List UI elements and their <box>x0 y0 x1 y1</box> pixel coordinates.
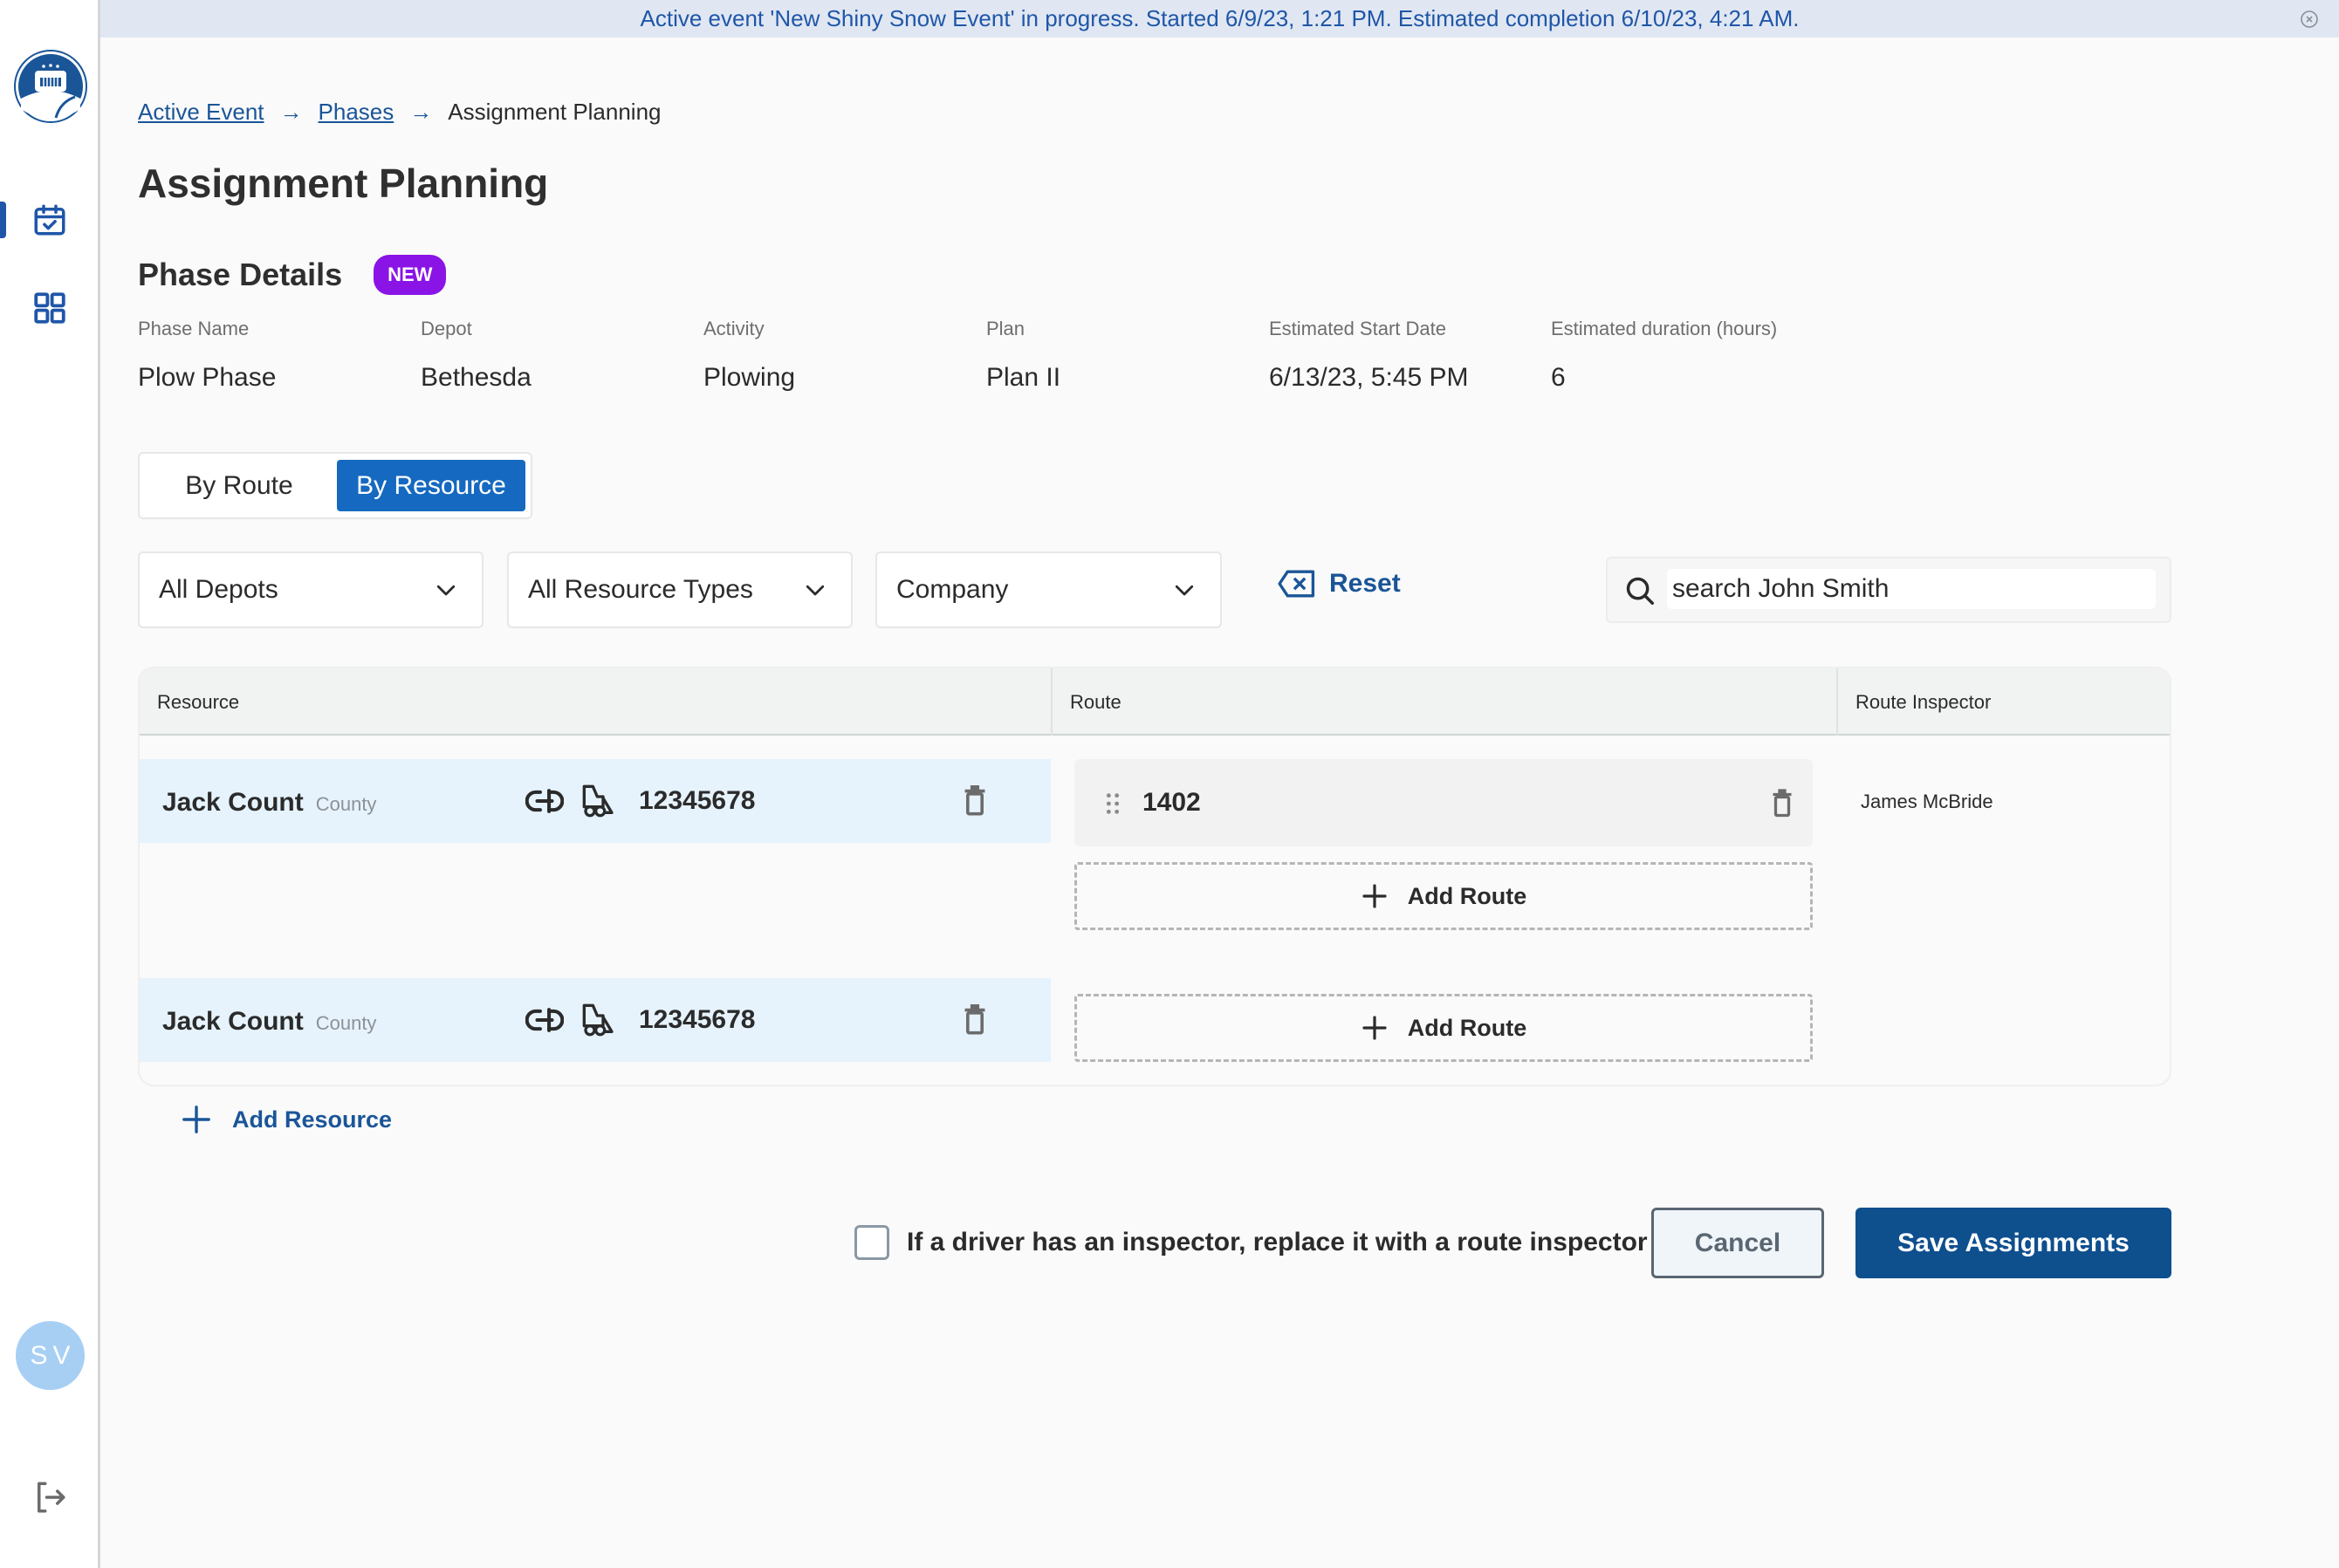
reset-button[interactable]: Reset <box>1277 569 1401 599</box>
active-event-banner: Active event 'New Shiny Snow Event' in p… <box>100 0 2339 38</box>
detail-value: Plan II <box>986 363 1061 392</box>
detail-activity: Activity Plowing <box>703 318 795 393</box>
search-input[interactable] <box>1667 569 2156 609</box>
route-inspector-name: James McBride <box>1861 791 1993 812</box>
plus-icon <box>182 1106 210 1133</box>
detail-estimated-duration: Estimated duration (hours) 6 <box>1551 318 1777 393</box>
add-route-button[interactable]: Add Route <box>1074 994 1813 1062</box>
trash-icon[interactable] <box>1769 789 1795 818</box>
company-select-value: Company <box>896 575 1009 604</box>
view-toggle: By Route By Resource <box>138 452 532 519</box>
breadcrumb-separator: → <box>279 99 303 125</box>
chevron-down-icon <box>436 585 456 596</box>
replace-inspector-label: If a driver has an inspector, replace it… <box>907 1228 1648 1256</box>
link-icon <box>525 1008 564 1032</box>
plow-truck-icon <box>582 784 614 818</box>
add-route-button[interactable]: Add Route <box>1074 862 1813 930</box>
reset-label: Reset <box>1329 569 1401 598</box>
tab-by-resource[interactable]: By Resource <box>337 460 525 511</box>
add-route-label: Add Route <box>1407 882 1527 909</box>
phase-details-heading: Phase Details NEW <box>138 255 447 295</box>
plus-icon <box>1362 884 1387 908</box>
search-box <box>1606 557 2171 623</box>
detail-phase-name: Phase Name Plow Phase <box>138 318 276 393</box>
column-header-route-inspector: Route Inspector <box>1836 668 2170 736</box>
user-avatar[interactable]: SV <box>16 1321 85 1390</box>
detail-value: Plowing <box>703 363 796 392</box>
detail-label: Phase Name <box>138 318 250 339</box>
company-select[interactable]: Company <box>875 551 1222 628</box>
detail-label: Activity <box>703 318 765 339</box>
detail-estimated-start: Estimated Start Date 6/13/23, 5:45 PM <box>1269 318 1469 393</box>
breadcrumb-active-event[interactable]: Active Event <box>138 99 264 126</box>
depot-select-value: All Depots <box>159 575 278 604</box>
banner-text: Active event 'New Shiny Snow Event' in p… <box>640 5 1800 31</box>
resource-row: Jack Count County 12345678 <box>140 978 1051 1062</box>
detail-label: Estimated Start Date <box>1269 318 1446 339</box>
plus-icon <box>1362 1016 1387 1040</box>
add-resource-button[interactable]: Add Resource <box>182 1105 392 1134</box>
cancel-button[interactable]: Cancel <box>1651 1208 1824 1278</box>
sidebar: SV <box>0 0 100 1568</box>
backspace-clear-icon <box>1278 570 1315 598</box>
tab-by-route[interactable]: By Route <box>145 460 333 511</box>
vehicle-number: 12345678 <box>639 786 756 815</box>
breadcrumb: Active Event → Phases → Assignment Plann… <box>138 99 662 126</box>
resource-name: Jack Count <box>162 788 304 817</box>
resource-info: Jack Count County <box>162 978 376 1062</box>
detail-label: Estimated duration (hours) <box>1551 318 1778 339</box>
resource-type-select-value: All Resource Types <box>528 575 753 604</box>
phase-details-title: Phase Details <box>138 257 343 292</box>
replace-inspector-option[interactable]: If a driver has an inspector, replace it… <box>854 1225 1648 1260</box>
close-icon[interactable] <box>2299 9 2320 30</box>
grid-icon[interactable] <box>31 290 68 326</box>
detail-value: Bethesda <box>421 363 532 392</box>
resource-row: Jack Count County 12345678 <box>140 759 1051 843</box>
breadcrumb-current: Assignment Planning <box>448 99 662 125</box>
nav-active-indicator <box>0 202 6 238</box>
resource-type: County <box>315 793 377 815</box>
resource-type-select[interactable]: All Resource Types <box>507 551 853 628</box>
resource-vehicle: 12345678 <box>525 1003 755 1037</box>
resource-type: County <box>315 1012 377 1034</box>
link-icon <box>525 789 564 813</box>
depot-select[interactable]: All Depots <box>138 551 484 628</box>
detail-value: 6 <box>1551 363 1566 392</box>
chevron-down-icon <box>806 585 825 596</box>
detail-plan: Plan Plan II <box>986 318 1060 393</box>
route-chip[interactable]: 1402 <box>1074 759 1813 846</box>
search-icon <box>1626 577 1654 605</box>
resource-info: Jack Count County <box>162 759 376 843</box>
column-header-resource: Resource <box>157 690 240 713</box>
route-number: 1402 <box>1142 788 1201 817</box>
trash-icon[interactable] <box>960 785 990 817</box>
chevron-down-icon <box>1175 585 1194 596</box>
column-header-route: Route <box>1051 668 1836 736</box>
save-assignments-button[interactable]: Save Assignments <box>1855 1208 2171 1278</box>
breadcrumb-phases[interactable]: Phases <box>319 99 394 126</box>
resource-name: Jack Count <box>162 1007 304 1036</box>
add-resource-label: Add Resource <box>232 1106 393 1133</box>
detail-value: Plow Phase <box>138 363 277 392</box>
plow-truck-icon <box>582 1003 614 1037</box>
detail-label: Depot <box>421 318 472 339</box>
detail-label: Plan <box>986 318 1025 339</box>
resource-vehicle: 12345678 <box>525 784 755 818</box>
drag-handle-icon[interactable] <box>1104 792 1121 815</box>
table-header: Resource Route Route Inspector <box>140 668 2170 736</box>
assignments-table: Resource Route Route Inspector Jack Coun… <box>138 667 2171 1086</box>
logout-icon[interactable] <box>31 1479 68 1516</box>
detail-depot: Depot Bethesda <box>421 318 532 393</box>
calendar-check-icon[interactable] <box>31 202 68 238</box>
detail-value: 6/13/23, 5:45 PM <box>1269 363 1469 392</box>
logo-icon <box>14 50 87 123</box>
breadcrumb-separator: → <box>409 99 433 125</box>
replace-inspector-checkbox[interactable] <box>854 1225 889 1260</box>
vehicle-number: 12345678 <box>639 1005 756 1034</box>
add-route-label: Add Route <box>1407 1014 1527 1041</box>
trash-icon[interactable] <box>960 1004 990 1036</box>
status-badge: NEW <box>374 255 447 295</box>
page-title: Assignment Planning <box>138 161 549 206</box>
